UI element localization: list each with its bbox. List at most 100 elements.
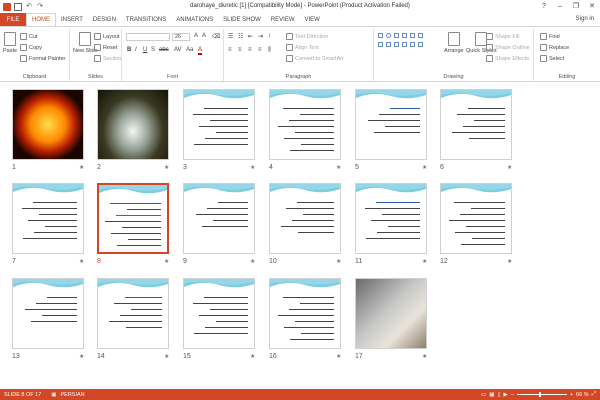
transition-star-icon[interactable]: ★ <box>79 164 84 171</box>
slide-thumbnail[interactable] <box>97 89 169 160</box>
oval-shape-icon[interactable] <box>386 33 391 38</box>
columns-icon[interactable]: ⫼ <box>268 47 271 54</box>
arrow-shape-icon[interactable] <box>402 33 407 38</box>
sign-in-link[interactable]: Sign in <box>576 16 594 22</box>
clear-format-icon[interactable]: ⌫ <box>212 33 220 40</box>
transition-star-icon[interactable]: ★ <box>422 353 427 360</box>
numbering-icon[interactable]: ☷ <box>238 33 243 40</box>
copy-button[interactable]: Copy <box>20 44 42 51</box>
zoom-level[interactable]: 66 % <box>576 392 589 398</box>
tab-slide-show[interactable]: SLIDE SHOW <box>218 13 266 26</box>
transition-star-icon[interactable]: ★ <box>250 258 255 265</box>
help-icon[interactable]: ? <box>536 0 552 12</box>
slide-thumbnail[interactable] <box>269 183 341 254</box>
tab-transitions[interactable]: TRANSITIONS <box>121 13 171 26</box>
zoom-out-icon[interactable]: – <box>511 392 514 398</box>
slide-thumbnail[interactable] <box>440 89 512 160</box>
transition-star-icon[interactable]: ★ <box>507 258 512 265</box>
reading-view-icon[interactable]: ▯ <box>498 392 501 398</box>
transition-star-icon[interactable]: ★ <box>507 164 512 171</box>
transition-star-icon[interactable]: ★ <box>164 353 169 360</box>
triangle-shape-icon[interactable] <box>410 33 415 38</box>
slide-thumbnail[interactable] <box>183 183 255 254</box>
char-spacing-button[interactable]: AV <box>174 47 182 53</box>
tab-design[interactable]: DESIGN <box>88 13 121 26</box>
shape-outline-button[interactable]: Shape Outline <box>486 44 530 51</box>
transition-star-icon[interactable]: ★ <box>336 353 341 360</box>
tab-review[interactable]: REVIEW <box>266 13 300 26</box>
line-spacing-icon[interactable]: ↕ <box>268 33 271 39</box>
shape-fill-button[interactable]: Shape Fill <box>486 33 519 40</box>
minimize-icon[interactable]: – <box>552 0 568 12</box>
font-name-dropdown[interactable] <box>126 33 170 41</box>
font-color-button[interactable]: A <box>198 47 203 55</box>
slide-thumbnail[interactable] <box>97 183 169 254</box>
bold-button[interactable]: B <box>127 47 131 53</box>
transition-star-icon[interactable]: ★ <box>336 164 341 171</box>
indent-increase-icon[interactable]: ⇥ <box>258 33 263 40</box>
callout-shape-icon[interactable] <box>410 42 415 47</box>
restore-icon[interactable]: ❐ <box>568 0 584 12</box>
slide-thumbnail[interactable] <box>355 183 427 254</box>
find-button[interactable]: Find <box>540 33 560 40</box>
layout-button[interactable]: Layout <box>94 33 120 40</box>
paste-button[interactable]: Paste <box>3 32 17 54</box>
undo-icon[interactable]: ↶ <box>25 3 33 11</box>
normal-view-icon[interactable]: ▭ <box>481 392 486 398</box>
strikethrough-button[interactable]: abc <box>159 47 169 53</box>
save-icon[interactable] <box>14 2 22 11</box>
bullets-icon[interactable]: ☰ <box>228 33 233 40</box>
more-shapes-icon[interactable] <box>418 42 423 47</box>
justify-icon[interactable]: ≡ <box>258 47 262 53</box>
italic-button[interactable]: I <box>135 47 137 53</box>
slide-thumbnail[interactable] <box>269 278 341 349</box>
tab-home[interactable]: HOME <box>26 13 56 26</box>
cut-button[interactable]: Cut <box>20 33 38 40</box>
zoom-slider-thumb[interactable] <box>538 392 541 397</box>
tab-file[interactable]: FILE <box>0 13 26 26</box>
align-left-icon[interactable]: ≡ <box>228 47 232 53</box>
shadow-button[interactable]: S <box>151 47 155 53</box>
select-button[interactable]: Select <box>540 55 564 62</box>
section-button[interactable]: Section <box>94 55 121 62</box>
transition-star-icon[interactable]: ★ <box>164 258 169 265</box>
close-icon[interactable]: ✕ <box>584 0 600 12</box>
transition-star-icon[interactable]: ★ <box>79 258 84 265</box>
transition-star-icon[interactable]: ★ <box>164 164 169 171</box>
align-center-icon[interactable]: ≡ <box>238 47 242 53</box>
tab-insert[interactable]: INSERT <box>56 13 88 26</box>
slide-thumbnail[interactable] <box>183 278 255 349</box>
tab-view[interactable]: VIEW <box>300 13 325 26</box>
slide-thumbnail[interactable] <box>355 89 427 160</box>
line-shape-icon[interactable] <box>394 33 399 38</box>
redo-icon[interactable]: ↷ <box>36 3 44 11</box>
rectangle-shape-icon[interactable] <box>378 33 383 38</box>
zoom-slider[interactable] <box>516 392 567 397</box>
text-direction-button[interactable]: Text Direction <box>286 33 328 40</box>
zoom-in-icon[interactable]: + <box>570 392 573 398</box>
convert-smartart-button[interactable]: Convert to SmartArt <box>286 55 344 62</box>
slide-thumbnail[interactable] <box>269 89 341 160</box>
transition-star-icon[interactable]: ★ <box>79 353 84 360</box>
transition-star-icon[interactable]: ★ <box>250 353 255 360</box>
curve-shape-icon[interactable] <box>386 42 391 47</box>
transition-star-icon[interactable]: ★ <box>422 164 427 171</box>
textbox-shape-icon[interactable] <box>418 33 423 38</box>
reset-button[interactable]: Reset <box>94 44 117 51</box>
format-painter-button[interactable]: Format Painter <box>20 55 65 62</box>
shapes-gallery[interactable] <box>378 33 440 67</box>
slide-sorter-view-icon[interactable]: ▦ <box>489 392 494 398</box>
transition-star-icon[interactable]: ★ <box>250 164 255 171</box>
slide-thumbnail[interactable] <box>97 278 169 349</box>
slide-thumbnail[interactable] <box>355 278 427 349</box>
slide-thumbnail[interactable] <box>12 278 84 349</box>
transition-star-icon[interactable]: ★ <box>336 258 341 265</box>
underline-button[interactable]: U <box>143 47 147 53</box>
transition-star-icon[interactable]: ★ <box>422 258 427 265</box>
tab-animations[interactable]: ANIMATIONS <box>171 13 218 26</box>
shape-effects-button[interactable]: Shape Effects <box>486 55 529 62</box>
slide-thumbnail[interactable] <box>183 89 255 160</box>
slide-thumbnail[interactable] <box>440 183 512 254</box>
powerpoint-app-icon[interactable] <box>3 2 11 11</box>
rounded-rect-shape-icon[interactable] <box>378 42 383 47</box>
